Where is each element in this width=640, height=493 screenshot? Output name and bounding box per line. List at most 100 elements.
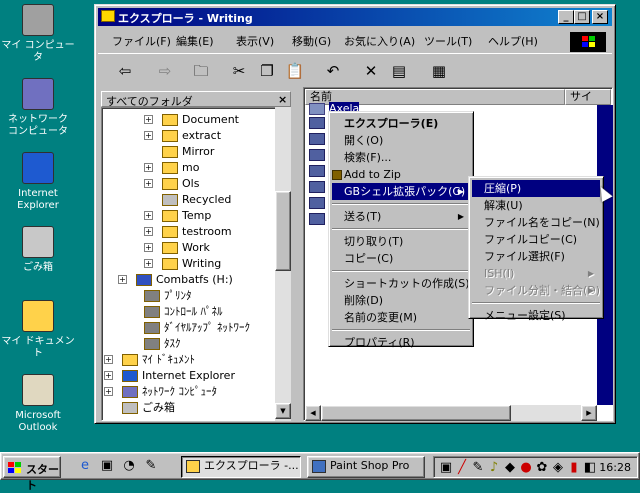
ie-quicklaunch-icon[interactable]: e [77,458,93,474]
tree-item[interactable]: + Work [144,240,210,256]
tree-item[interactable]: + Temp [144,208,211,224]
desktop-icon[interactable]: マイ ドキュメント [0,300,76,360]
menu-item[interactable]: ファイル名をコピー(N) [472,214,600,231]
tray-icon-8[interactable]: ◈ [550,460,566,476]
tray-icon-3[interactable]: ✎ [470,460,486,476]
tree-item[interactable]: + ﾈｯﾄﾜｰｸ ｺﾝﾋﾟｭｰﾀ [104,384,217,400]
back-icon[interactable]: ⇦ [114,60,136,82]
expand-toggle[interactable]: + [144,179,153,188]
desktop-icon[interactable]: ネットワーク コンピュータ [0,78,76,138]
desktop-icon[interactable]: ごみ箱 [0,226,76,274]
tree-item[interactable]: + ﾏｲ ﾄﾞｷｭﾒﾝﾄ [104,352,195,368]
delete-icon[interactable]: ✕ [360,60,382,82]
tray-icon-5[interactable]: ◆ [502,460,518,476]
hscroll-thumb[interactable] [321,405,511,421]
folder-icon[interactable] [309,117,325,129]
up-folder-icon[interactable]: 🗀 [190,60,212,82]
tree-item[interactable]: + Combatfs (H:) [118,272,233,288]
folder-icon[interactable] [309,165,325,177]
menu-item[interactable]: 移動(G) [292,33,331,49]
clock[interactable]: 16:28 [599,461,631,474]
hscroll-left-button[interactable]: ◀ [305,405,321,421]
outlook-quicklaunch-icon[interactable]: ✎ [143,458,159,474]
menu-item[interactable]: GBシェル拡張パック(G) ▶ [332,183,470,200]
tree-item[interactable]: + mo [144,160,199,176]
maximize-button[interactable]: □ [574,10,590,24]
tree-item[interactable]: Recycled [162,192,231,208]
tree-item[interactable]: ﾀｽｸ [144,336,181,352]
folder-icon[interactable] [309,133,325,145]
menu-item[interactable]: ファイルコピー(C) [472,231,600,248]
menu-item[interactable]: エクスプローラ(E) [332,115,470,132]
expand-toggle[interactable]: + [104,355,113,364]
menu-item[interactable]: コピー(C) [332,250,470,267]
tree-item[interactable]: Mirror [162,144,214,160]
task-button[interactable]: Paint Shop Pro [307,456,425,478]
expand-toggle[interactable]: + [144,259,153,268]
menu-item[interactable]: 送る(T) ▶ [332,208,470,225]
tray-icon-9[interactable]: ▮ [566,460,582,476]
menu-item[interactable]: ツール(T) [424,33,472,49]
tray-icon-1[interactable]: ▣ [438,460,454,476]
copy-icon[interactable]: ❐ [256,60,278,82]
menu-item[interactable]: お気に入り(A) [344,33,415,49]
tree-scroll-thumb[interactable] [275,191,291,271]
column-size[interactable]: サイ [565,89,611,105]
menu-item[interactable]: 切り取り(T) [332,233,470,250]
menu-item[interactable]: 名前の変更(M) [332,309,470,326]
file-list-hscrollbar[interactable]: ◀ ▶ [305,405,597,421]
tree-item[interactable]: ｺﾝﾄﾛｰﾙ ﾊﾟﾈﾙ [144,304,223,320]
tree-item[interactable]: + Document [144,112,239,128]
task-button[interactable]: エクスプローラ -... [181,456,301,478]
folder-icon[interactable] [309,181,325,193]
folder-icon[interactable] [309,149,325,161]
expand-toggle[interactable]: + [118,275,127,284]
paste-icon[interactable]: 📋 [284,60,306,82]
undo-icon[interactable]: ↶ [322,60,344,82]
tree-item[interactable]: + Writing [144,256,221,272]
tree-scrollbar[interactable]: ▼ [275,107,291,421]
title-bar[interactable]: エクスプローラ - Writing _ □ × [98,8,612,26]
expand-toggle[interactable]: + [144,163,153,172]
cut-icon[interactable]: ✂ [228,60,250,82]
tree-item[interactable]: + Internet Explorer [104,368,235,384]
menu-item[interactable]: 検索(F)... [332,149,470,166]
menu-item[interactable]: ヘルプ(H) [488,33,538,49]
menu-item[interactable]: 解凍(U) [472,197,600,214]
views-icon[interactable]: ▦ [428,60,450,82]
expand-toggle[interactable]: + [144,243,153,252]
menu-item[interactable]: Add to Zip [332,166,470,183]
tree-item[interactable]: ごみ箱 [122,400,175,416]
menu-item[interactable]: プロパティ(R) [332,334,470,351]
tree-item[interactable]: ﾀﾞｲﾔﾙｱｯﾌﾟ ﾈｯﾄﾜｰｸ [144,320,250,336]
tray-icon-6[interactable]: ● [518,460,534,476]
tray-icon-10[interactable]: ◧ [582,460,598,476]
menu-item[interactable]: 圧縮(P) [472,180,600,197]
tray-icon-2[interactable]: ╱ [454,460,470,476]
expand-toggle[interactable]: + [144,115,153,124]
menu-item[interactable]: ファイル選択(F) [472,248,600,265]
desktop-icon[interactable]: Microsoft Outlook [0,374,76,434]
tree-item[interactable]: ﾌﾟﾘﾝﾀ [144,288,192,304]
tree-item[interactable]: + Ols [144,176,199,192]
menu-item[interactable]: ショートカットの作成(S) [332,275,470,292]
desktop-icon[interactable]: Internet Explorer [0,152,76,212]
folder-icon[interactable] [309,197,325,209]
tree-item[interactable]: + extract [144,128,221,144]
desktop-icon[interactable]: マイ コンピュータ [0,4,76,64]
close-button[interactable]: × [592,10,608,24]
folder-icon[interactable] [309,213,325,225]
menu-item[interactable]: 編集(E) [176,33,214,49]
expand-toggle[interactable]: + [144,227,153,236]
hscroll-right-button[interactable]: ▶ [581,405,597,421]
menu-item[interactable]: 削除(D) [332,292,470,309]
expand-toggle[interactable]: + [104,387,113,396]
menu-item[interactable]: メニュー設定(S) [472,307,600,324]
tray-icon-7[interactable]: ✿ [534,460,550,476]
expand-toggle[interactable]: + [144,211,153,220]
expand-toggle[interactable]: + [144,131,153,140]
forward-icon[interactable]: ⇨ [154,60,176,82]
tray-icon-4[interactable]: ♪ [486,460,502,476]
channels-quicklaunch-icon[interactable]: ◔ [121,458,137,474]
menu-item[interactable]: 開く(O) [332,132,470,149]
